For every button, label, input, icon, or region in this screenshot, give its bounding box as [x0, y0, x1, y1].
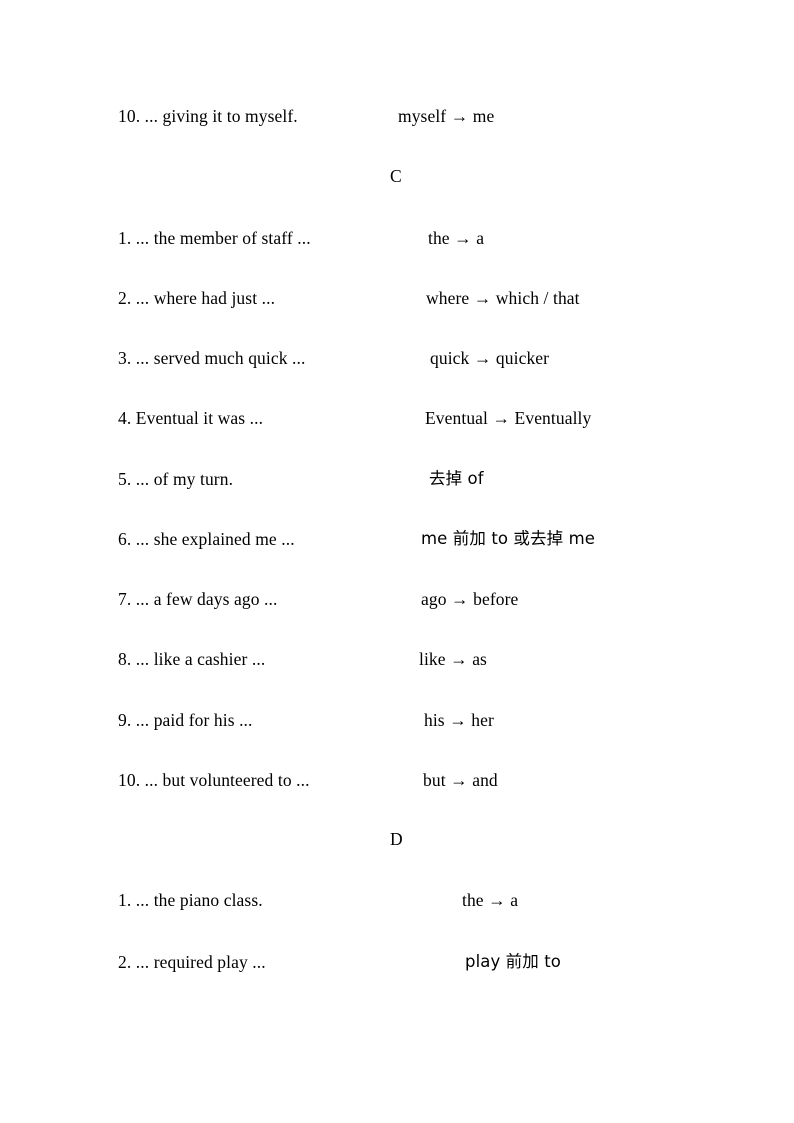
exercise-prompt: 1. ... the piano class.	[118, 890, 263, 910]
exercise-answer: 去掉 of	[429, 469, 484, 488]
exercise-answer: his → her	[424, 710, 494, 730]
exercise-prompt: 10. ... giving it to myself.	[118, 106, 298, 126]
exercise-prompt: 7. ... a few days ago ...	[118, 589, 278, 609]
exercise-answer: me 前加 to 或去掉 me	[421, 529, 595, 548]
exercise-answer: like → as	[419, 649, 487, 669]
exercise-answer: the → a	[462, 890, 519, 910]
exercise-prompt: 6. ... she explained me ...	[118, 529, 295, 549]
section-heading-c: C	[390, 166, 402, 186]
exercise-prompt: 5. ... of my turn.	[118, 469, 234, 489]
exercise-prompt: 3. ... served much quick ...	[118, 348, 306, 368]
exercise-answer: where → which / that	[426, 288, 580, 308]
exercise-prompt: 9. ... paid for his ...	[118, 710, 253, 730]
exercise-answer: play 前加 to	[465, 952, 561, 971]
exercise-answer: ago → before	[421, 589, 519, 609]
exercise-prompt: 2. ... required play ...	[118, 952, 266, 972]
exercise-answer: myself → me	[398, 106, 495, 126]
exercise-prompt: 10. ... but volunteered to ...	[118, 770, 310, 790]
exercise-prompt: 4. Eventual it was ...	[118, 408, 264, 428]
exercise-answer: the → a	[428, 228, 485, 248]
document-page: 10. ... giving it to myself. myself → me…	[0, 0, 794, 1123]
exercise-answer: but → and	[423, 770, 498, 790]
exercise-answer: Eventual → Eventually	[425, 408, 592, 428]
section-heading-d: D	[390, 829, 403, 849]
exercise-answer: quick → quicker	[430, 348, 550, 368]
exercise-prompt: 1. ... the member of staff ...	[118, 228, 311, 248]
exercise-prompt: 2. ... where had just ...	[118, 288, 276, 308]
exercise-prompt: 8. ... like a cashier ...	[118, 649, 266, 669]
